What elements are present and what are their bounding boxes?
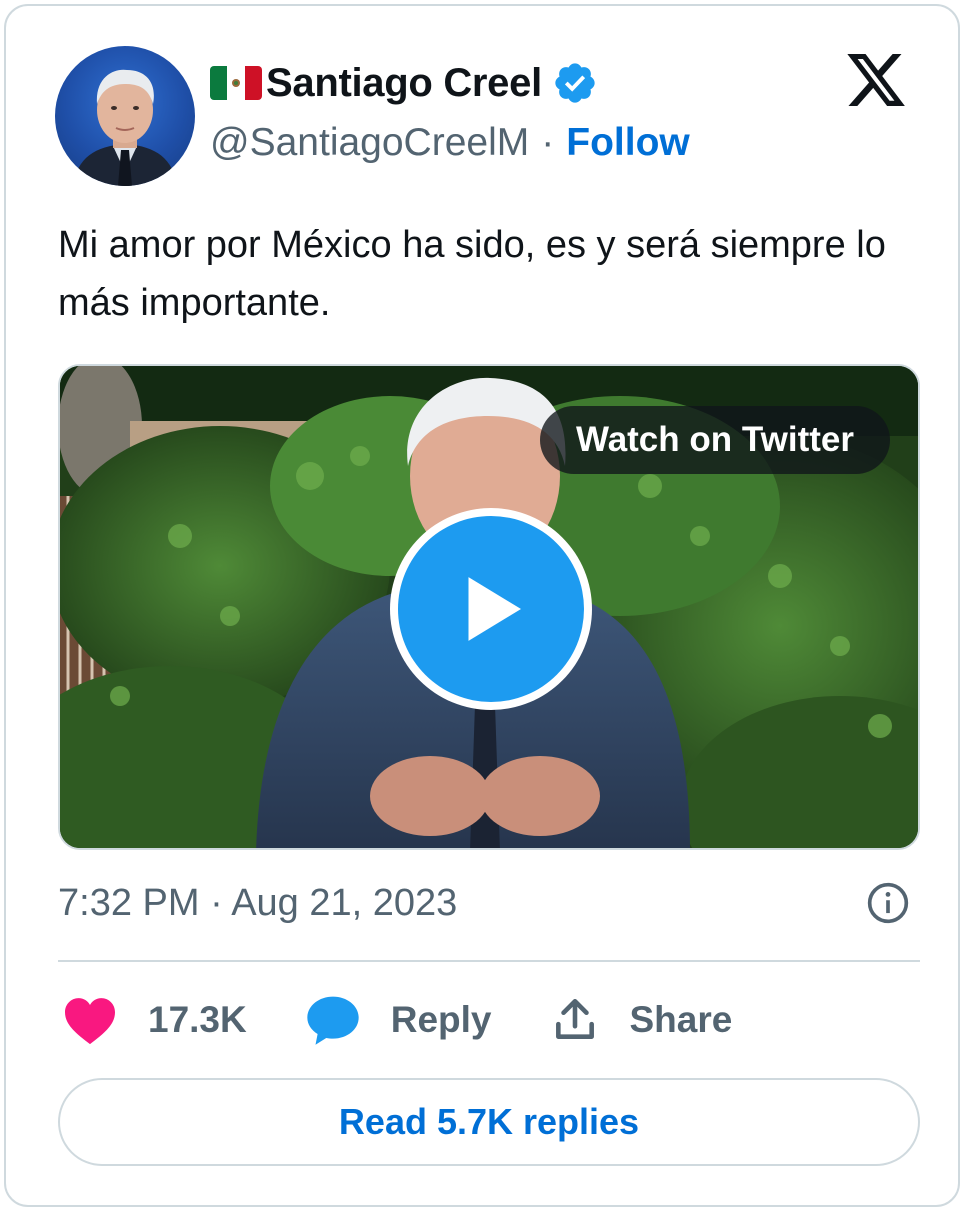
share-button[interactable]: Share (550, 995, 733, 1045)
watch-on-twitter-button[interactable]: Watch on Twitter (539, 406, 890, 474)
tweet-embed-card: Santiago Creel @SantiagoCreelM · Follow … (4, 4, 960, 1207)
reply-button[interactable]: Reply (305, 994, 492, 1046)
tweet-timestamp[interactable]: 7:32 PM · Aug 21, 2023 (58, 882, 457, 925)
verified-badge-icon (555, 63, 595, 103)
play-button[interactable] (390, 508, 592, 710)
share-upload-icon (555, 998, 594, 1039)
separator-dot: · (541, 121, 555, 164)
author-name[interactable]: Santiago Creel (266, 61, 542, 106)
read-replies-button[interactable]: Read 5.7K replies (58, 1078, 920, 1166)
author-handle-row: @SantiagoCreelM · Follow (210, 118, 690, 168)
reply-label: Reply (390, 999, 492, 1040)
share-label: Share (629, 999, 733, 1040)
tweet-text: Mi amor por México ha sido, es y será si… (58, 224, 886, 324)
speech-bubble-icon (307, 996, 359, 1045)
info-icon[interactable] (866, 881, 910, 925)
author-name-row: Santiago Creel (210, 58, 690, 108)
author-block: Santiago Creel @SantiagoCreelM · Follow (210, 58, 690, 168)
play-icon (468, 577, 521, 641)
author-avatar[interactable] (55, 46, 195, 186)
divider (58, 960, 920, 962)
like-button[interactable]: 17.3K (62, 995, 247, 1045)
video-thumbnail[interactable]: Watch on Twitter (58, 364, 920, 850)
author-handle[interactable]: @SantiagoCreelM (210, 121, 529, 165)
timestamp-row: 7:32 PM · Aug 21, 2023 (58, 878, 910, 928)
action-bar: 17.3K Reply Share (62, 990, 790, 1050)
mexico-flag-icon (210, 66, 262, 100)
x-logo-icon[interactable] (844, 48, 908, 112)
heart-icon (65, 998, 115, 1045)
likes-count: 17.3K (148, 999, 247, 1040)
follow-button[interactable]: Follow (566, 121, 689, 165)
